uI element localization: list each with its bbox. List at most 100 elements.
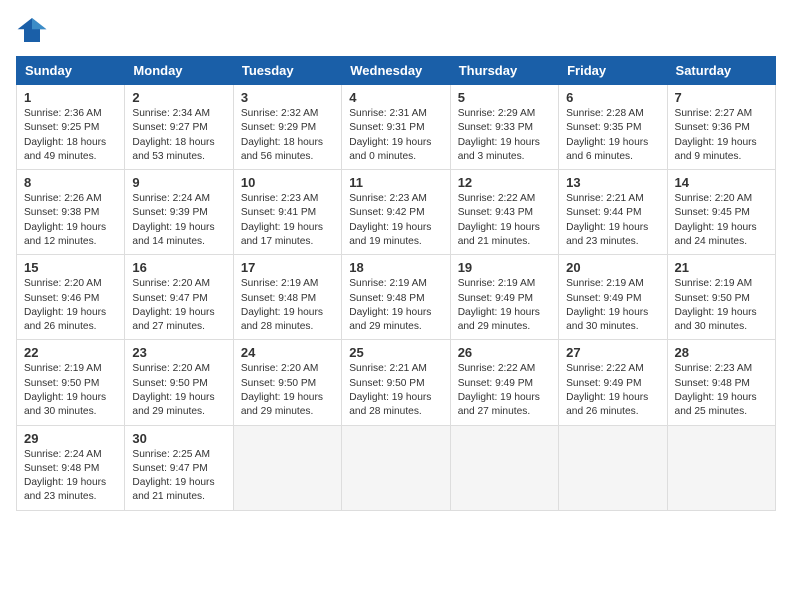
- calendar-cell: 15 Sunrise: 2:20 AM Sunset: 9:46 PM Dayli…: [17, 255, 125, 340]
- calendar-cell: 10 Sunrise: 2:23 AM Sunset: 9:41 PM Dayli…: [233, 170, 341, 255]
- calendar-cell: [559, 425, 667, 510]
- calendar-cell: 24Sunrise: 2:20 AM Sunset: 9:50 PM Dayli…: [233, 340, 341, 425]
- day-number: 30: [132, 431, 225, 446]
- calendar-week-row: 15 Sunrise: 2:20 AM Sunset: 9:46 PM Dayli…: [17, 255, 776, 340]
- cell-content: Sunrise: 2:25 AM Sunset: 9:47 PM Dayligh…: [132, 448, 225, 505]
- cell-content: Sunrise: 2:24 AM Sunset: 9:39 PM Dayligh…: [132, 192, 225, 249]
- day-number: 6: [566, 90, 659, 105]
- cell-content: Sunrise: 2:36 AM Sunset: 9:25 PM Dayligh…: [24, 107, 117, 164]
- calendar-cell: 5 Sunrise: 2:29 AM Sunset: 9:33 PM Daylig…: [450, 85, 558, 170]
- cell-content: Sunrise: 2:19 AM Sunset: 9:49 PM Dayligh…: [458, 277, 551, 334]
- calendar-cell: 30 Sunrise: 2:25 AM Sunset: 9:47 PM Dayli…: [125, 425, 233, 510]
- calendar-week-row: 8 Sunrise: 2:26 AM Sunset: 9:38 PM Daylig…: [17, 170, 776, 255]
- calendar-week-row: 29 Sunrise: 2:24 AM Sunset: 9:48 PM Dayli…: [17, 425, 776, 510]
- calendar-cell: [233, 425, 341, 510]
- cell-content: Sunrise: 2:23 AM Sunset: 9:41 PM Dayligh…: [241, 192, 334, 249]
- calendar-table: SundayMondayTuesdayWednesdayThursdayFrid…: [16, 56, 776, 511]
- calendar-cell: 4 Sunrise: 2:31 AM Sunset: 9:31 PM Daylig…: [342, 85, 450, 170]
- calendar-cell: 28Sunrise: 2:23 AM Sunset: 9:48 PM Dayli…: [667, 340, 775, 425]
- cell-content: Sunrise: 2:20 AM Sunset: 9:46 PM Dayligh…: [24, 277, 117, 334]
- cell-content: Sunrise: 2:31 AM Sunset: 9:31 PM Dayligh…: [349, 107, 442, 164]
- day-number: 29: [24, 431, 117, 446]
- cell-content: Sunrise: 2:24 AM Sunset: 9:48 PM Dayligh…: [24, 448, 117, 505]
- logo: [16, 16, 52, 44]
- calendar-cell: 14 Sunrise: 2:20 AM Sunset: 9:45 PM Dayli…: [667, 170, 775, 255]
- day-number: 9: [132, 175, 225, 190]
- day-number: 17: [241, 260, 334, 275]
- calendar-cell: 11 Sunrise: 2:23 AM Sunset: 9:42 PM Dayli…: [342, 170, 450, 255]
- day-number: 13: [566, 175, 659, 190]
- day-number: 25: [349, 345, 442, 360]
- weekday-header-row: SundayMondayTuesdayWednesdayThursdayFrid…: [17, 57, 776, 85]
- weekday-header: Monday: [125, 57, 233, 85]
- calendar-cell: 1 Sunrise: 2:36 AM Sunset: 9:25 PM Daylig…: [17, 85, 125, 170]
- day-number: 12: [458, 175, 551, 190]
- day-number: 15: [24, 260, 117, 275]
- day-number: 19: [458, 260, 551, 275]
- day-number: 20: [566, 260, 659, 275]
- calendar-cell: 21Sunrise: 2:19 AM Sunset: 9:50 PM Dayli…: [667, 255, 775, 340]
- cell-content: Sunrise: 2:22 AM Sunset: 9:43 PM Dayligh…: [458, 192, 551, 249]
- calendar-cell: 23 Sunrise: 2:20 AM Sunset: 9:50 PM Dayli…: [125, 340, 233, 425]
- calendar-cell: 29 Sunrise: 2:24 AM Sunset: 9:48 PM Dayli…: [17, 425, 125, 510]
- calendar-cell: 2Sunrise: 2:34 AM Sunset: 9:27 PM Daylig…: [125, 85, 233, 170]
- calendar-cell: 26Sunrise: 2:22 AM Sunset: 9:49 PM Dayli…: [450, 340, 558, 425]
- calendar-cell: [450, 425, 558, 510]
- day-number: 14: [675, 175, 768, 190]
- cell-content: Sunrise: 2:20 AM Sunset: 9:47 PM Dayligh…: [132, 277, 225, 334]
- cell-content: Sunrise: 2:20 AM Sunset: 9:50 PM Dayligh…: [132, 362, 225, 419]
- day-number: 26: [458, 345, 551, 360]
- day-number: 22: [24, 345, 117, 360]
- cell-content: Sunrise: 2:19 AM Sunset: 9:50 PM Dayligh…: [24, 362, 117, 419]
- day-number: 8: [24, 175, 117, 190]
- day-number: 11: [349, 175, 442, 190]
- day-number: 5: [458, 90, 551, 105]
- day-number: 4: [349, 90, 442, 105]
- calendar-cell: 7 Sunrise: 2:27 AM Sunset: 9:36 PM Daylig…: [667, 85, 775, 170]
- cell-content: Sunrise: 2:19 AM Sunset: 9:50 PM Dayligh…: [675, 277, 768, 334]
- calendar-cell: 12 Sunrise: 2:22 AM Sunset: 9:43 PM Dayli…: [450, 170, 558, 255]
- day-number: 24: [241, 345, 334, 360]
- calendar-cell: 6 Sunrise: 2:28 AM Sunset: 9:35 PM Daylig…: [559, 85, 667, 170]
- cell-content: Sunrise: 2:19 AM Sunset: 9:48 PM Dayligh…: [349, 277, 442, 334]
- cell-content: Sunrise: 2:26 AM Sunset: 9:38 PM Dayligh…: [24, 192, 117, 249]
- calendar-cell: 9 Sunrise: 2:24 AM Sunset: 9:39 PM Daylig…: [125, 170, 233, 255]
- day-number: 16: [132, 260, 225, 275]
- cell-content: Sunrise: 2:21 AM Sunset: 9:44 PM Dayligh…: [566, 192, 659, 249]
- cell-content: Sunrise: 2:23 AM Sunset: 9:42 PM Dayligh…: [349, 192, 442, 249]
- calendar-cell: 20Sunrise: 2:19 AM Sunset: 9:49 PM Dayli…: [559, 255, 667, 340]
- day-number: 27: [566, 345, 659, 360]
- day-number: 2: [132, 90, 225, 105]
- calendar-cell: 8 Sunrise: 2:26 AM Sunset: 9:38 PM Daylig…: [17, 170, 125, 255]
- cell-content: Sunrise: 2:21 AM Sunset: 9:50 PM Dayligh…: [349, 362, 442, 419]
- calendar-cell: 3 Sunrise: 2:32 AM Sunset: 9:29 PM Daylig…: [233, 85, 341, 170]
- calendar-body: 1 Sunrise: 2:36 AM Sunset: 9:25 PM Daylig…: [17, 85, 776, 511]
- calendar-cell: 25 Sunrise: 2:21 AM Sunset: 9:50 PM Dayli…: [342, 340, 450, 425]
- cell-content: Sunrise: 2:32 AM Sunset: 9:29 PM Dayligh…: [241, 107, 334, 164]
- day-number: 1: [24, 90, 117, 105]
- day-number: 18: [349, 260, 442, 275]
- calendar-cell: [342, 425, 450, 510]
- cell-content: Sunrise: 2:20 AM Sunset: 9:45 PM Dayligh…: [675, 192, 768, 249]
- day-number: 10: [241, 175, 334, 190]
- weekday-header: Thursday: [450, 57, 558, 85]
- calendar-header: SundayMondayTuesdayWednesdayThursdayFrid…: [17, 57, 776, 85]
- calendar-cell: 18 Sunrise: 2:19 AM Sunset: 9:48 PM Dayli…: [342, 255, 450, 340]
- cell-content: Sunrise: 2:23 AM Sunset: 9:48 PM Dayligh…: [675, 362, 768, 419]
- weekday-header: Sunday: [17, 57, 125, 85]
- calendar-cell: 22 Sunrise: 2:19 AM Sunset: 9:50 PM Dayli…: [17, 340, 125, 425]
- cell-content: Sunrise: 2:27 AM Sunset: 9:36 PM Dayligh…: [675, 107, 768, 164]
- cell-content: Sunrise: 2:28 AM Sunset: 9:35 PM Dayligh…: [566, 107, 659, 164]
- calendar-cell: 19 Sunrise: 2:19 AM Sunset: 9:49 PM Dayli…: [450, 255, 558, 340]
- day-number: 3: [241, 90, 334, 105]
- logo-icon: [16, 16, 48, 44]
- calendar-cell: 17Sunrise: 2:19 AM Sunset: 9:48 PM Dayli…: [233, 255, 341, 340]
- cell-content: Sunrise: 2:29 AM Sunset: 9:33 PM Dayligh…: [458, 107, 551, 164]
- weekday-header: Friday: [559, 57, 667, 85]
- day-number: 7: [675, 90, 768, 105]
- day-number: 23: [132, 345, 225, 360]
- calendar-week-row: 22 Sunrise: 2:19 AM Sunset: 9:50 PM Dayli…: [17, 340, 776, 425]
- cell-content: Sunrise: 2:22 AM Sunset: 9:49 PM Dayligh…: [566, 362, 659, 419]
- calendar-week-row: 1 Sunrise: 2:36 AM Sunset: 9:25 PM Daylig…: [17, 85, 776, 170]
- calendar-cell: 13 Sunrise: 2:21 AM Sunset: 9:44 PM Dayli…: [559, 170, 667, 255]
